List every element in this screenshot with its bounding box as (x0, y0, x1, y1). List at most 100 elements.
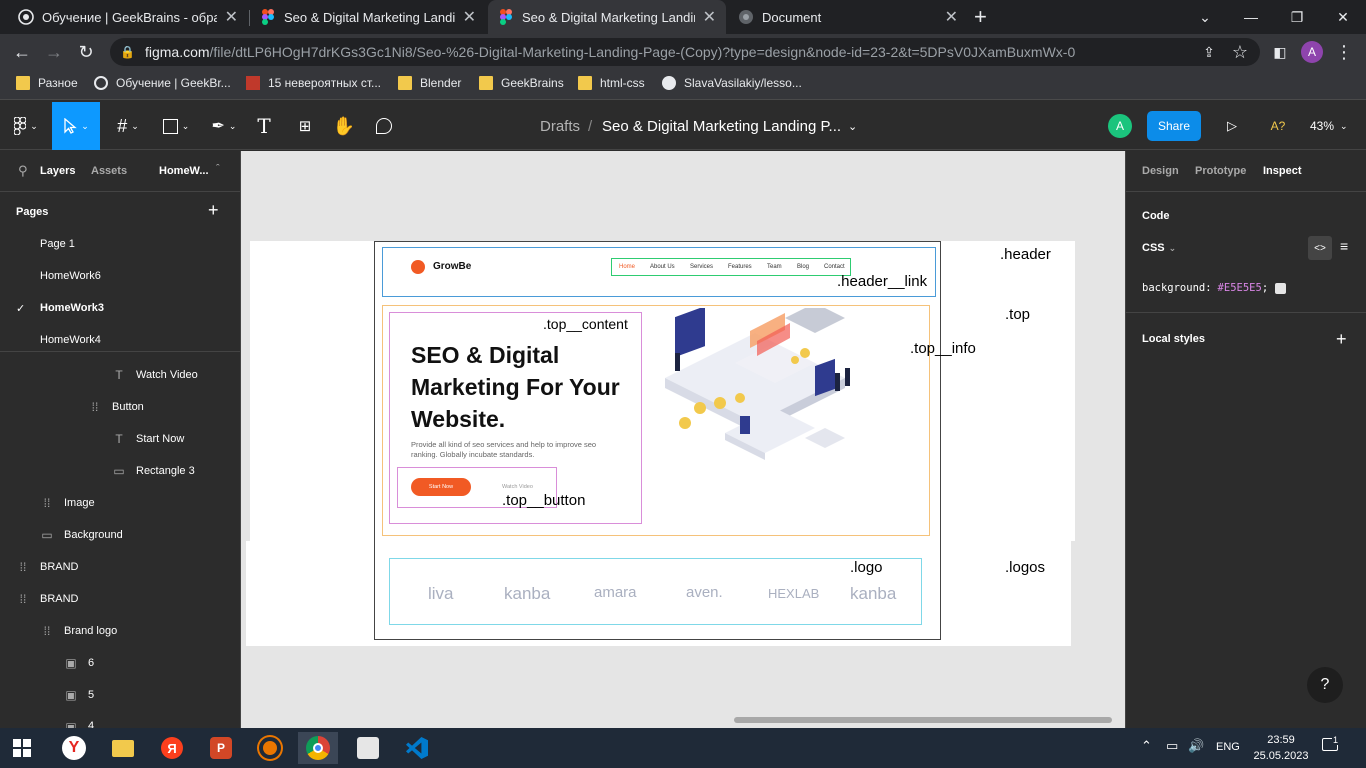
bookmark-blender[interactable]: Blender (398, 76, 461, 90)
nav-about[interactable]: About Us (650, 264, 675, 270)
present-icon[interactable]: ▷ (1222, 102, 1242, 150)
bookmark-github[interactable]: SlavaVasilakiy/lesso... (662, 76, 802, 90)
logos-box[interactable]: liva kanba amara aven. HEXLAB kanba (389, 558, 922, 625)
tray-device-icon[interactable]: ▭ (1166, 738, 1178, 754)
address-bar[interactable]: 🔒 figma.com/file/dtLP6HOgH7drKGs3Gc1Ni8/… (110, 38, 1260, 66)
minimize-icon[interactable]: — (1228, 0, 1274, 34)
tab-document[interactable]: Document ✕ (728, 0, 968, 34)
language-indicator[interactable]: ENG (1216, 741, 1240, 753)
layer-row[interactable]: ⁞⁞ Brand logo (0, 615, 240, 647)
clock[interactable]: 23:59 25.05.2023 (1252, 732, 1310, 764)
yandex-browser-icon[interactable]: Y (54, 732, 94, 764)
top-box[interactable]: SEO & Digital Marketing For Your Website… (382, 303, 930, 536)
layer-row[interactable]: ⁞⁞ Button (0, 391, 240, 423)
watch-video-link[interactable]: Watch Video (502, 484, 533, 490)
search-icon[interactable]: ⚲ (18, 163, 28, 179)
tab-assets[interactable]: Assets (91, 165, 127, 177)
header-link-box[interactable]: Home About Us Services Features Team Blo… (611, 258, 851, 276)
user-avatar[interactable]: A (1108, 102, 1132, 150)
close-icon[interactable]: ✕ (945, 7, 958, 27)
profile-avatar[interactable]: A (1298, 38, 1326, 66)
window-close-icon[interactable]: ✕ (1320, 0, 1366, 34)
resources-tool[interactable]: ⊞ (290, 102, 320, 150)
list-view-icon[interactable]: ≡ (1340, 238, 1348, 254)
comment-tool[interactable] (370, 102, 398, 150)
text-tool[interactable]: T (250, 102, 278, 150)
landing-frame[interactable]: GrowBe Home About Us Services Features T… (374, 241, 941, 640)
restore-icon[interactable]: ❐ (1274, 0, 1320, 34)
design-canvas[interactable]: GrowBe Home About Us Services Features T… (241, 151, 1125, 728)
tab-design[interactable]: Design (1142, 165, 1179, 177)
layer-row[interactable]: ⁞⁞ Image (0, 487, 240, 519)
menu-dots-icon[interactable]: ⋮ (1330, 38, 1358, 66)
add-style-icon[interactable]: + (1336, 329, 1347, 350)
close-icon[interactable]: ✕ (463, 7, 476, 27)
back-icon[interactable]: ← (8, 38, 36, 66)
share-button[interactable]: Share (1147, 111, 1201, 141)
bookmark-geekbrains[interactable]: GeekBrains (479, 76, 564, 90)
hand-tool[interactable]: ✋ (330, 102, 358, 150)
code-language-select[interactable]: CSS ⌄ (1142, 242, 1176, 254)
windows-start-icon[interactable] (2, 732, 42, 764)
zoom-level[interactable]: 43% ⌄ (1310, 102, 1348, 150)
shape-tool[interactable]: ⌄ (156, 102, 196, 150)
chevron-up-icon[interactable]: ˆ (216, 163, 220, 175)
figma-main-menu[interactable]: ⌄ (0, 102, 52, 150)
bookmark-star-icon[interactable]: ☆ (1226, 38, 1254, 66)
start-now-button[interactable]: Start Now (411, 478, 471, 496)
page-selector[interactable]: HomeW... (159, 165, 209, 177)
bookmark-html-css[interactable]: html-css (578, 76, 645, 90)
reload-icon[interactable]: ↻ (72, 38, 100, 66)
add-page-button[interactable]: + (208, 200, 219, 221)
layer-row[interactable]: ▣ 4 (0, 711, 240, 728)
nav-team[interactable]: Team (767, 264, 782, 270)
ai-button[interactable]: A? (1266, 102, 1290, 150)
code-view-icon[interactable]: <> (1308, 236, 1332, 260)
tab-figma-2-active[interactable]: Seo & Digital Marketing Landing ✕ (488, 0, 726, 34)
volume-icon[interactable]: 🔊 (1188, 738, 1204, 754)
file-explorer-icon[interactable] (103, 732, 143, 764)
nav-blog[interactable]: Blog (797, 264, 809, 270)
layer-row[interactable]: T Start Now (0, 423, 240, 455)
yandex-icon[interactable]: Я (152, 732, 192, 764)
canvas-horizontal-scrollbar[interactable] (734, 717, 1112, 723)
chrome-icon[interactable] (298, 732, 338, 764)
nav-services[interactable]: Services (690, 264, 713, 270)
tab-prototype[interactable]: Prototype (1195, 165, 1246, 177)
move-tool[interactable]: ⌄ (52, 102, 100, 150)
css-code-line[interactable]: background: #E5E5E5; (1142, 282, 1287, 294)
breadcrumb-drafts[interactable]: Drafts (540, 102, 580, 150)
frame-tool[interactable]: # ⌄ (108, 102, 148, 150)
nav-home[interactable]: Home (619, 264, 635, 270)
forward-icon[interactable]: → (40, 38, 68, 66)
layer-row[interactable]: ⁞⁞ BRAND (0, 551, 240, 583)
share-page-icon[interactable]: ⇪ (1195, 38, 1223, 66)
side-panel-icon[interactable]: ◧ (1266, 38, 1294, 66)
bookmark-geekbrains-learning[interactable]: Обучение | GeekBr... (94, 76, 231, 90)
bookmark-15-articles[interactable]: 15 невероятных ст... (246, 76, 381, 90)
pen-tool[interactable]: ✒ ⌄ (204, 102, 244, 150)
layer-row[interactable]: ▭ Rectangle 3 (0, 455, 240, 487)
close-icon[interactable]: ✕ (225, 7, 238, 27)
chevron-down-icon[interactable]: ⌄ (848, 102, 857, 150)
layer-row[interactable]: T Watch Video (0, 359, 240, 391)
close-icon[interactable]: ✕ (703, 7, 716, 27)
file-name[interactable]: Seo & Digital Marketing Landing P... (602, 102, 841, 150)
chevron-down-icon[interactable]: ⌄ (1182, 0, 1228, 34)
layer-row[interactable]: ▣ 6 (0, 647, 240, 679)
page-item[interactable]: Page 1 (0, 228, 240, 260)
layer-row[interactable]: ▭ Background (0, 519, 240, 551)
tab-figma-1[interactable]: Seo & Digital Marketing Landing ✕ (250, 0, 486, 34)
tab-inspect[interactable]: Inspect (1263, 165, 1302, 177)
calculator-icon[interactable] (348, 732, 388, 764)
blender-icon[interactable] (250, 732, 290, 764)
tab-geekbrains[interactable]: Обучение | GeekBrains - образо ✕ (8, 0, 248, 34)
new-tab-button[interactable]: + (974, 0, 1002, 34)
bookmark-raznoe[interactable]: Разное (16, 76, 78, 90)
page-item[interactable]: HomeWork6 (0, 260, 240, 292)
powerpoint-icon[interactable]: P (201, 732, 241, 764)
tab-layers[interactable]: Layers (40, 165, 75, 177)
notifications-icon[interactable]: 1 (1322, 735, 1342, 756)
layer-row[interactable]: ▣ 5 (0, 679, 240, 711)
nav-features[interactable]: Features (728, 264, 752, 270)
